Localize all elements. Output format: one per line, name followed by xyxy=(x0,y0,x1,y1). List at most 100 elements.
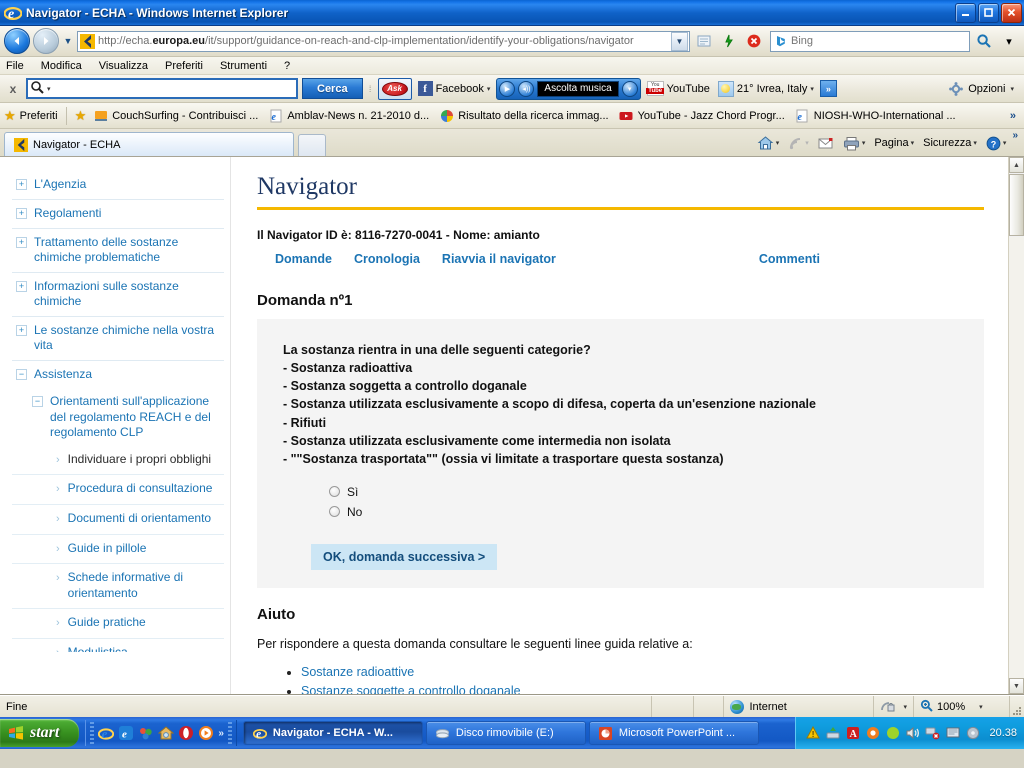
sidebar-item-label[interactable]: Guide pratiche xyxy=(68,615,146,631)
sidebar-item-lagenzia[interactable]: + L'Agenzia xyxy=(12,171,224,200)
orange-circle-icon[interactable] xyxy=(865,726,880,741)
search-dropdown-icon[interactable]: ▾ xyxy=(998,30,1020,52)
recent-pages-dropdown[interactable]: ▼ xyxy=(62,36,74,46)
ie-alt-icon[interactable]: e xyxy=(118,725,134,741)
sidebar-item-modulistica[interactable]: › Modulistica xyxy=(12,639,224,652)
sidebar-item-regolamenti[interactable]: + Regolamenti xyxy=(12,200,224,229)
address-toolbar[interactable]: ▼ http://echa.europa.eu/it/support/guida… xyxy=(0,26,1024,57)
chevron-right-icon[interactable]: › xyxy=(56,571,60,601)
chevron-down-icon[interactable]: ▾ xyxy=(973,139,977,147)
link-commenti[interactable]: Commenti xyxy=(759,252,984,266)
next-question-button[interactable]: OK, domanda successiva > xyxy=(311,543,498,570)
sidebar-item-label[interactable]: Assistenza xyxy=(34,367,92,382)
tab-bar[interactable]: Navigator - ECHA ▾ ▾ ▾ Pagina ▾ Sicurezz… xyxy=(0,129,1024,157)
protected-mode-indicator[interactable]: ▾ xyxy=(874,695,914,718)
internet-explorer-icon[interactable]: e xyxy=(98,725,115,741)
sidebar-item-label[interactable]: Documenti di orientamento xyxy=(68,511,211,527)
address-dropdown-arrow[interactable]: ▼ xyxy=(671,31,688,51)
collapse-minus-icon[interactable]: − xyxy=(32,396,43,407)
sidebar-item-procedura-consultazione[interactable]: › Procedura di consultazione xyxy=(12,475,224,505)
sidebar-item-schede-informative[interactable]: › Schede informative di orientamento xyxy=(12,564,224,610)
ask-search-field[interactable]: ▾ xyxy=(26,78,298,99)
security-alert-icon[interactable]: ! xyxy=(805,726,820,741)
list-item[interactable]: Sostanze radioattive xyxy=(301,663,984,682)
facebook-button[interactable]: f Facebook ▾ xyxy=(416,78,493,100)
quick-launch-grip-end[interactable] xyxy=(227,722,232,744)
search-go-icon[interactable] xyxy=(973,30,995,52)
ask-options-button[interactable]: Opzioni ▾ xyxy=(949,81,1020,96)
sidebar-item-documenti-orientamento[interactable]: › Documenti di orientamento xyxy=(12,505,224,535)
music-dropdown-icon[interactable]: ▾ xyxy=(621,80,638,97)
sidebar-item-label[interactable]: Schede informative di orientamento xyxy=(68,570,224,601)
command-bar[interactable]: ▾ ▾ ▾ Pagina ▾ Sicurezza ▾ ? ▾ » xyxy=(754,130,1024,156)
favorites-overflow-icon[interactable]: » xyxy=(1010,110,1020,122)
ask-brand-logo[interactable]: Ask xyxy=(377,77,412,100)
expand-plus-icon[interactable]: + xyxy=(16,208,27,219)
link-riavvia-navigator[interactable]: Riavvia il navigator xyxy=(442,252,556,266)
chevron-down-icon[interactable]: ▾ xyxy=(911,139,915,147)
sidebar-item-label[interactable]: Le sostanze chimiche nella vostra vita xyxy=(34,323,224,353)
menu-file[interactable]: File xyxy=(6,60,24,72)
radio-option-si[interactable]: Sì xyxy=(329,482,958,502)
security-menu[interactable]: Sicurezza ▾ xyxy=(920,137,980,149)
sidebar-item-sostanze-vostra-vita[interactable]: + Le sostanze chimiche nella vostra vita xyxy=(12,317,224,361)
page-menu[interactable]: Pagina ▾ xyxy=(871,137,917,149)
favorite-item-youtube[interactable]: YouTube - Jazz Chord Progr... xyxy=(616,108,788,123)
system-tray[interactable]: ! A 20.38 xyxy=(795,717,1024,749)
menu-modifica[interactable]: Modifica xyxy=(41,60,82,72)
search-box[interactable] xyxy=(770,30,970,52)
expand-plus-icon[interactable]: + xyxy=(16,281,27,292)
close-toolbar-icon[interactable]: x xyxy=(4,82,22,96)
chevron-down-icon[interactable]: ▾ xyxy=(487,85,491,93)
grey-disc-icon[interactable] xyxy=(965,726,980,741)
chevron-right-icon[interactable]: › xyxy=(56,542,60,557)
chevron-down-icon[interactable]: ▾ xyxy=(862,139,866,147)
home-icon[interactable]: ▾ xyxy=(754,135,783,151)
green-blob-icon[interactable] xyxy=(885,726,900,741)
toolbar-grip[interactable]: ⁞ xyxy=(367,80,374,98)
media-player-icon[interactable] xyxy=(198,725,214,741)
chevron-down-icon[interactable]: ▾ xyxy=(979,703,983,711)
close-button[interactable] xyxy=(1001,2,1022,23)
link-domande[interactable]: Domande xyxy=(275,252,332,266)
menu-strumenti[interactable]: Strumenti xyxy=(220,60,267,72)
site-navigation-sidebar[interactable]: + L'Agenzia + Regolamenti + Trattamento … xyxy=(0,157,231,694)
chevron-down-icon[interactable]: ▾ xyxy=(810,85,814,93)
maximize-button[interactable] xyxy=(978,2,999,23)
sidebar-item-individuare-obblighi[interactable]: › Individuare i propri obblighi xyxy=(12,446,224,476)
back-button[interactable] xyxy=(4,28,30,54)
menu-help[interactable]: ? xyxy=(284,60,290,72)
window-controls[interactable] xyxy=(955,2,1022,23)
chevron-right-icon[interactable]: › xyxy=(56,512,60,527)
chevron-right-icon[interactable]: › xyxy=(56,482,60,497)
sidebar-item-label[interactable]: Trattamento delle sostanze chimiche prob… xyxy=(34,235,224,265)
help-link[interactable]: Sostanze radioattive xyxy=(301,665,414,679)
expand-plus-icon[interactable]: + xyxy=(16,325,27,336)
menu-visualizza[interactable]: Visualizza xyxy=(99,60,148,72)
window-titlebar[interactable]: e Navigator - ECHA - Windows Internet Ex… xyxy=(0,0,1024,26)
help-menu[interactable]: ? ▾ xyxy=(983,136,1010,151)
expand-plus-icon[interactable]: + xyxy=(16,179,27,190)
scroll-down-icon[interactable]: ▼ xyxy=(1009,678,1024,694)
acrobat-icon[interactable]: A xyxy=(845,726,860,741)
refresh-icon[interactable] xyxy=(718,30,740,52)
network-error-icon[interactable] xyxy=(925,726,940,741)
vertical-scrollbar[interactable]: ▲ ▼ xyxy=(1008,157,1024,694)
messenger-icon[interactable] xyxy=(138,725,154,741)
tab-navigator-echa[interactable]: Navigator - ECHA xyxy=(4,132,294,156)
link-cronologia[interactable]: Cronologia xyxy=(354,252,420,266)
task-list[interactable]: e Navigator - ECHA - W... Disco rimovibi… xyxy=(237,721,796,745)
favorite-item-couchsurfing[interactable]: CouchSurfing - Contribuisci ... xyxy=(90,108,261,123)
taskbar-clock[interactable]: 20.38 xyxy=(989,727,1017,739)
sidebar-item-label[interactable]: Informazioni sulle sostanze chimiche xyxy=(34,279,224,309)
address-bar[interactable]: http://echa.europa.eu/it/support/guidanc… xyxy=(77,30,690,52)
command-bar-overflow-icon[interactable]: » xyxy=(1012,130,1018,141)
help-link[interactable]: Sostanze soggette a controllo doganale xyxy=(301,684,521,694)
task-microsoft-powerpoint[interactable]: Microsoft PowerPoint ... xyxy=(588,721,759,745)
favorite-item-amblav[interactable]: e Amblav-News n. 21-2010 d... xyxy=(265,108,432,123)
add-favorite-icon[interactable]: ★ xyxy=(75,109,87,122)
music-player[interactable]: ▶ ◂)) Ascolta musica ▾ xyxy=(496,77,641,100)
task-navigator-echa[interactable]: e Navigator - ECHA - W... xyxy=(242,721,423,745)
sidebar-item-informazioni-sostanze[interactable]: + Informazioni sulle sostanze chimiche xyxy=(12,273,224,317)
menu-bar[interactable]: File Modifica Visualizza Preferiti Strum… xyxy=(0,57,1024,75)
